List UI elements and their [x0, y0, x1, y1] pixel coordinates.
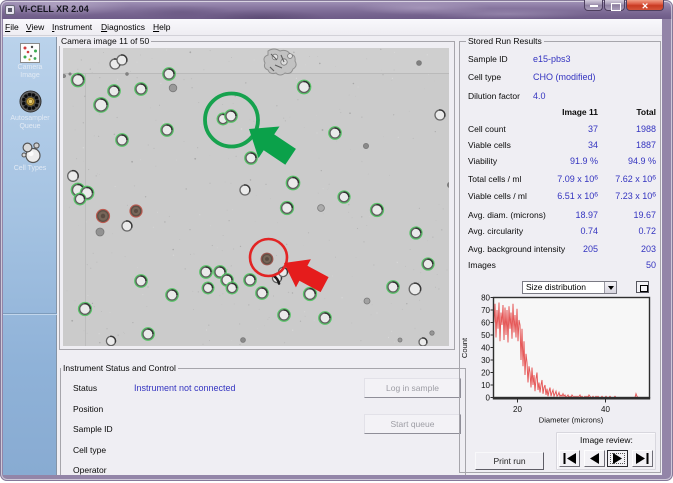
- svg-text:20: 20: [513, 405, 522, 414]
- svg-text:70: 70: [481, 306, 490, 315]
- svg-text:80: 80: [481, 293, 490, 302]
- svg-text:Count: Count: [460, 337, 469, 358]
- svg-text:30: 30: [481, 356, 490, 365]
- svg-text:20: 20: [481, 368, 490, 377]
- svg-text:50: 50: [481, 331, 490, 340]
- svg-text:10: 10: [481, 381, 490, 390]
- svg-text:0: 0: [486, 393, 491, 402]
- svg-text:Diameter (microns): Diameter (microns): [539, 416, 604, 425]
- svg-text:40: 40: [601, 405, 610, 414]
- svg-text:40: 40: [481, 343, 490, 352]
- svg-text:60: 60: [481, 318, 490, 327]
